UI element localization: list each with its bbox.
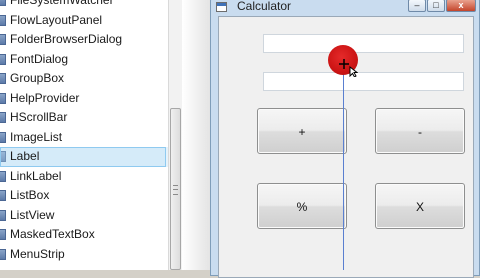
control-icon [0,151,6,162]
form-title: Calculator [237,0,292,13]
percent-button[interactable]: % [257,183,347,229]
designer-margin [182,0,210,270]
form-title-bar[interactable]: Calculator – □ x [211,0,479,15]
control-icon [0,53,6,65]
toolbox-item[interactable]: MaskedTextBox [0,225,168,245]
toolbox-item-label: FileSystemWatcher [10,0,114,7]
scrollbar-thumb[interactable] [170,108,181,270]
scrollbar-grip-icon [173,185,178,195]
control-icon [0,73,6,84]
control-icon [0,34,6,45]
second-number-textbox[interactable] [263,72,464,91]
toolbox-item-label: FolderBrowserDialog [10,32,123,46]
control-icon [0,248,6,260]
toolbox-item[interactable]: FlowLayoutPanel [0,11,168,31]
toolbox-item[interactable]: Label [0,147,168,167]
percent-button-label: % [296,200,308,214]
add-button-label: + [298,125,306,139]
first-number-textbox[interactable] [263,34,464,53]
multiply-button[interactable]: X [375,183,465,229]
close-button[interactable]: x [446,0,476,12]
subtract-button[interactable]: - [375,108,465,154]
toolbox-item[interactable]: HelpProvider [0,89,168,109]
control-icon [0,131,6,143]
maximize-button[interactable]: □ [427,0,445,12]
toolbox-item-label: ImageList [10,129,63,144]
toolbox-item-label: ListView [10,207,55,222]
toolbox-item[interactable]: ImageList [0,128,168,148]
toolbox-item-label: FlowLayoutPanel [10,12,103,27]
control-icon [0,14,6,26]
calculator-form-window[interactable]: Calculator – □ x + - % X [210,0,480,278]
form-window-icon [216,2,227,12]
toolbox-item-label: GroupBox [10,71,65,85]
control-icon [0,190,6,201]
toolbox-item-label: MaskedTextBox [10,227,95,241]
toolbox-list: FileSystemWatcher FlowLayoutPanel FolderBr… [0,0,168,264]
toolbox-item-label: HScrollBar [10,110,68,124]
toolbox-item[interactable]: ListView [0,206,168,226]
toolbox-item[interactable]: GroupBox [0,69,168,89]
snap-alignment-guide [343,47,344,270]
toolbox-item[interactable]: HScrollBar [0,108,168,128]
control-icon [0,170,6,182]
toolbox-item[interactable]: FolderBrowserDialog [0,30,168,50]
add-button[interactable]: + [257,108,347,154]
toolbox-scrollbar[interactable] [168,0,182,270]
toolbox-item[interactable]: ListBox [0,186,168,206]
toolbox-item[interactable]: LinkLabel [0,167,168,187]
control-icon [0,209,6,221]
control-icon [0,92,6,104]
toolbox-item-label: ListBox [10,188,50,202]
toolbox-panel: FileSystemWatcher FlowLayoutPanel FolderBr… [0,0,168,270]
control-icon [0,229,6,240]
subtract-button-label: - [418,125,422,139]
minimize-button[interactable]: – [408,0,426,12]
toolbox-item[interactable]: FileSystemWatcher [0,0,168,11]
toolbox-item-label: HelpProvider [10,90,80,105]
toolbox-item[interactable]: FontDialog [0,50,168,70]
toolbox-item-label: LinkLabel [10,168,62,183]
control-icon [0,112,6,123]
toolbox-item[interactable]: MenuStrip [0,245,168,265]
control-icon [0,0,6,6]
toolbox-item-label: FontDialog [10,51,69,66]
toolbox-item-label: Label [10,149,40,163]
cursor-icon [339,59,358,77]
multiply-button-label: X [415,200,424,214]
toolbox-item-label: MenuStrip [10,246,65,261]
